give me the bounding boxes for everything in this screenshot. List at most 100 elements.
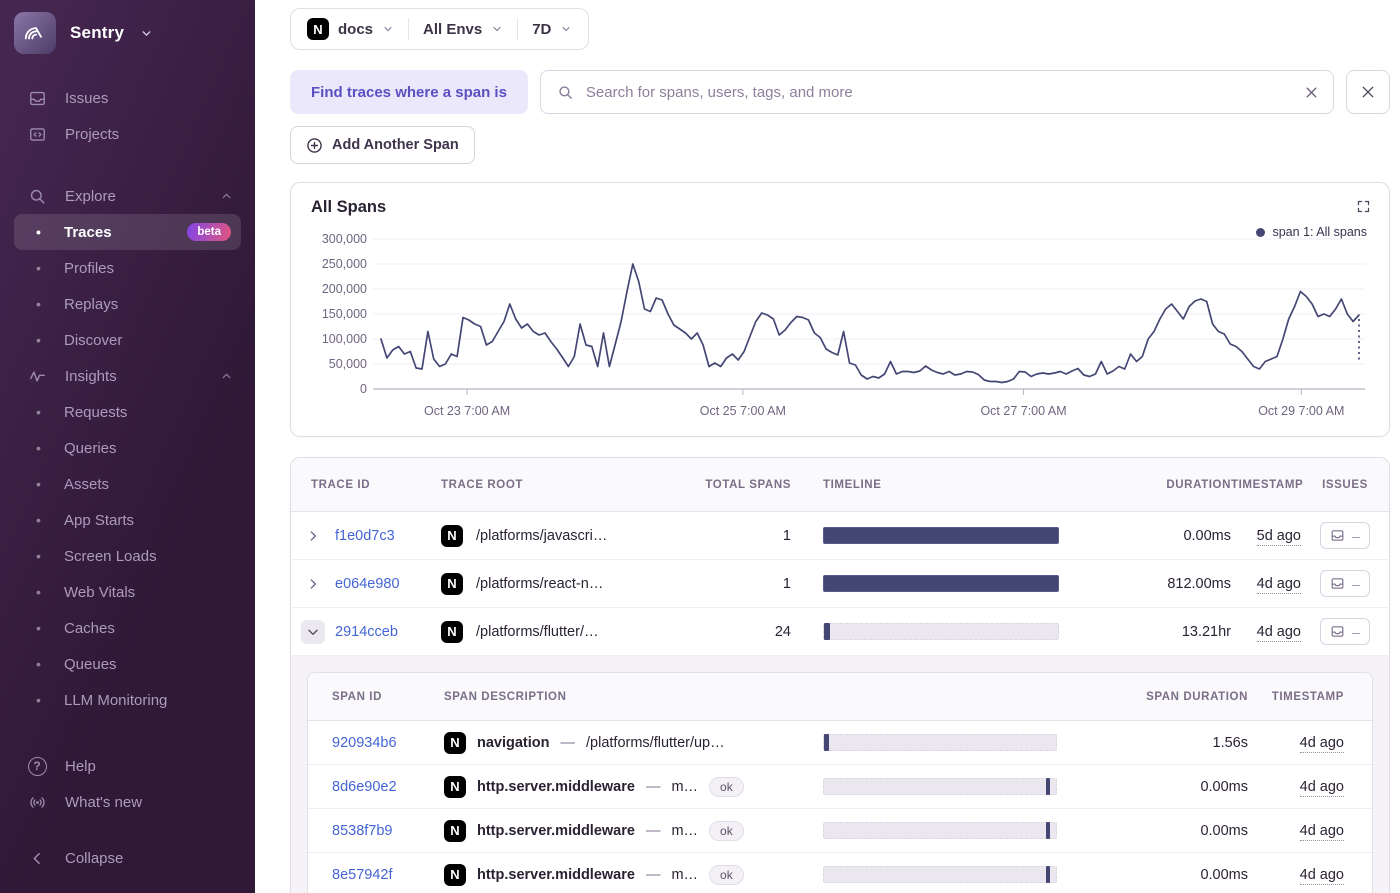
- org-switcher[interactable]: Sentry: [0, 0, 255, 64]
- sidebar-item-web-vitals[interactable]: • Web Vitals: [14, 574, 241, 610]
- svg-text:250,000: 250,000: [322, 257, 367, 271]
- trace-id-link[interactable]: f1e0d7c3: [335, 528, 395, 544]
- sidebar-section-insights[interactable]: Insights: [0, 358, 255, 394]
- fullscreen-icon[interactable]: [1356, 199, 1371, 219]
- sidebar-item-issues[interactable]: Issues: [0, 80, 255, 116]
- span-duration: 0.00ms: [1200, 866, 1248, 883]
- bullet-icon: •: [36, 404, 41, 420]
- span-op: http.server.middleware: [477, 866, 635, 883]
- sidebar-item-queries[interactable]: • Queries: [14, 430, 241, 466]
- timestamp[interactable]: 4d ago: [1299, 734, 1344, 753]
- timeline-bar: [823, 866, 1057, 883]
- bullet-icon: •: [36, 512, 41, 528]
- projects-icon: [26, 125, 48, 144]
- col-trace-id: TRACE ID: [311, 478, 371, 491]
- span-search-bar[interactable]: [539, 70, 1334, 114]
- issues-icon: [26, 89, 48, 108]
- total-spans: 1: [782, 575, 791, 592]
- search-input[interactable]: [585, 83, 1289, 101]
- sidebar-section-explore[interactable]: Explore: [0, 178, 255, 214]
- main-content: N docs All Envs 7D Find traces where a s…: [255, 0, 1400, 893]
- span-id-link[interactable]: 8d6e90e2: [332, 779, 397, 795]
- chevron-down-icon: [491, 23, 503, 35]
- sidebar-item-replays[interactable]: • Replays: [14, 286, 241, 322]
- trace-root: /platforms/react-n…: [476, 575, 604, 592]
- legend-dot: [1256, 227, 1266, 237]
- svg-text:0: 0: [360, 382, 367, 396]
- help-icon: ?: [26, 756, 48, 776]
- line-chart: 0 50,000 100,000 150,000 200,000 250,000 300,0…: [311, 217, 1369, 428]
- trace-row[interactable]: f1e0d7c3 N/platforms/javascri… 1 0.00ms …: [291, 512, 1389, 560]
- svg-text:Oct 27 7:00 AM: Oct 27 7:00 AM: [980, 404, 1066, 418]
- sidebar-item-requests[interactable]: • Requests: [14, 394, 241, 430]
- trace-id-link[interactable]: 2914cceb: [335, 624, 398, 640]
- clear-search-icon[interactable]: [1304, 85, 1319, 100]
- timestamp[interactable]: 4d ago: [1299, 822, 1344, 841]
- timestamp[interactable]: 4d ago: [1299, 778, 1344, 797]
- sidebar-item-help[interactable]: ? Help: [0, 748, 255, 784]
- issues-button[interactable]: –: [1320, 570, 1370, 597]
- sidebar-item-projects[interactable]: Projects: [0, 116, 255, 152]
- span-id-link[interactable]: 8538f7b9: [332, 823, 392, 839]
- bullet-icon: •: [36, 332, 41, 348]
- date-range: 7D: [532, 20, 552, 38]
- issues-button[interactable]: –: [1320, 618, 1370, 645]
- chart-legend: span 1: All spans: [1256, 225, 1367, 239]
- timeline-bar: [823, 575, 1059, 592]
- span-row[interactable]: 8e57942f N http.server.middleware — m… o…: [308, 853, 1372, 893]
- bullet-icon: •: [36, 260, 41, 276]
- chevron-up-icon: [220, 190, 233, 203]
- status-badge: ok: [709, 864, 744, 885]
- trace-root: /platforms/javascri…: [476, 527, 608, 544]
- sidebar-item-discover[interactable]: • Discover: [14, 322, 241, 358]
- project-selector[interactable]: N docs: [307, 18, 394, 40]
- span-id-link[interactable]: 920934b6: [332, 735, 397, 751]
- span-id-link[interactable]: 8e57942f: [332, 867, 392, 883]
- timestamp[interactable]: 4d ago: [1256, 575, 1301, 594]
- table-body: f1e0d7c3 N/platforms/javascri… 1 0.00ms …: [291, 512, 1389, 893]
- svg-text:150,000: 150,000: [322, 307, 367, 321]
- chart-svg: 0 50,000 100,000 150,000 200,000 250,000 300,0…: [322, 232, 1365, 418]
- sidebar-item-assets[interactable]: • Assets: [14, 466, 241, 502]
- span-row[interactable]: 8d6e90e2 N http.server.middleware — m… o…: [308, 765, 1372, 809]
- nextjs-icon: N: [307, 18, 329, 40]
- timestamp[interactable]: 5d ago: [1256, 527, 1301, 546]
- bullet-icon: •: [36, 620, 41, 636]
- trace-row[interactable]: e064e980 N/platforms/react-n… 1 812.00ms…: [291, 560, 1389, 608]
- sidebar-item-llm-monitoring[interactable]: • LLM Monitoring: [14, 682, 241, 718]
- project-name: docs: [338, 20, 374, 38]
- sidebar-item-profiles[interactable]: • Profiles: [14, 250, 241, 286]
- col-span-timestamp: TIMESTAMP: [1271, 690, 1344, 703]
- expand-row-button[interactable]: [306, 529, 320, 543]
- expand-row-button[interactable]: [306, 577, 320, 591]
- add-another-span-button[interactable]: Add Another Span: [290, 126, 475, 164]
- trace-row[interactable]: 2914cceb N/platforms/flutter/… 24 13.21h…: [291, 608, 1389, 656]
- trace-id-link[interactable]: e064e980: [335, 576, 400, 592]
- duration: 812.00ms: [1167, 575, 1231, 592]
- span-table-header: SPAN ID SPAN DESCRIPTION SPAN DURATION T…: [308, 673, 1372, 721]
- nextjs-icon: N: [441, 620, 463, 643]
- span-op: http.server.middleware: [477, 778, 635, 795]
- sidebar-item-app-starts[interactable]: • App Starts: [14, 502, 241, 538]
- span-op: http.server.middleware: [477, 822, 635, 839]
- chevron-up-icon: [220, 370, 233, 383]
- collapse-row-button[interactable]: [301, 619, 325, 644]
- span-row[interactable]: 920934b6 N navigation — /platforms/flutt…: [308, 721, 1372, 765]
- timestamp[interactable]: 4d ago: [1256, 623, 1301, 642]
- timeline-bar: [823, 778, 1057, 795]
- org-name: Sentry: [70, 23, 125, 42]
- bullet-icon: •: [36, 584, 41, 600]
- sidebar-item-queues[interactable]: • Queues: [14, 646, 241, 682]
- span-row[interactable]: 8538f7b9 N http.server.middleware — m… o…: [308, 809, 1372, 853]
- sidebar-item-traces[interactable]: • Traces beta: [14, 214, 241, 250]
- sidebar-item-screen-loads[interactable]: • Screen Loads: [14, 538, 241, 574]
- issues-button[interactable]: –: [1320, 522, 1370, 549]
- sidebar-collapse-button[interactable]: Collapse: [0, 840, 255, 876]
- sidebar-item-caches[interactable]: • Caches: [14, 610, 241, 646]
- date-range-selector[interactable]: 7D: [532, 21, 572, 38]
- environment-selector[interactable]: All Envs: [423, 21, 503, 38]
- duration: 0.00ms: [1183, 527, 1231, 544]
- remove-span-condition-button[interactable]: [1346, 70, 1390, 114]
- timestamp[interactable]: 4d ago: [1299, 866, 1344, 885]
- sidebar-item-what-s-new[interactable]: What's new: [0, 784, 255, 820]
